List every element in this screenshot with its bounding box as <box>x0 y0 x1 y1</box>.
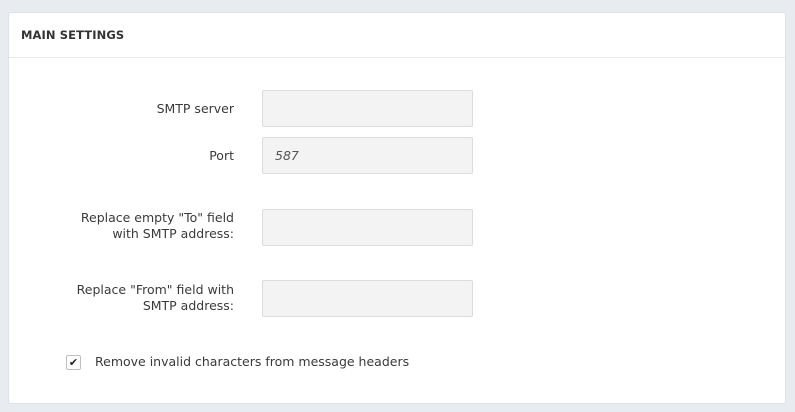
replace-from-label: Replace "From" field with SMTP address: <box>77 282 234 314</box>
main-settings-panel: MAIN SETTINGS SMTP server Port Replace e… <box>8 12 786 404</box>
replace-from-label-line2: SMTP address: <box>142 298 234 313</box>
port-input[interactable] <box>262 137 473 174</box>
replace-to-input[interactable] <box>262 209 473 246</box>
smtp-server-label: SMTP server <box>156 101 234 116</box>
remove-invalid-label[interactable]: Remove invalid characters from message h… <box>95 354 409 370</box>
replace-to-label: Replace empty "To" field with SMTP addre… <box>81 210 234 242</box>
port-label: Port <box>209 148 234 163</box>
panel-header: MAIN SETTINGS <box>9 13 785 58</box>
replace-from-label-line1: Replace "From" field with <box>76 282 234 297</box>
replace-to-label-line2: with SMTP address: <box>112 226 234 241</box>
replace-from-input[interactable] <box>262 280 473 317</box>
remove-invalid-checkbox[interactable]: ✔ <box>66 355 81 370</box>
checkmark-icon: ✔ <box>68 356 79 369</box>
replace-to-label-line1: Replace empty "To" field <box>80 210 234 225</box>
section-title: MAIN SETTINGS <box>21 28 125 42</box>
smtp-server-input[interactable] <box>262 90 473 127</box>
